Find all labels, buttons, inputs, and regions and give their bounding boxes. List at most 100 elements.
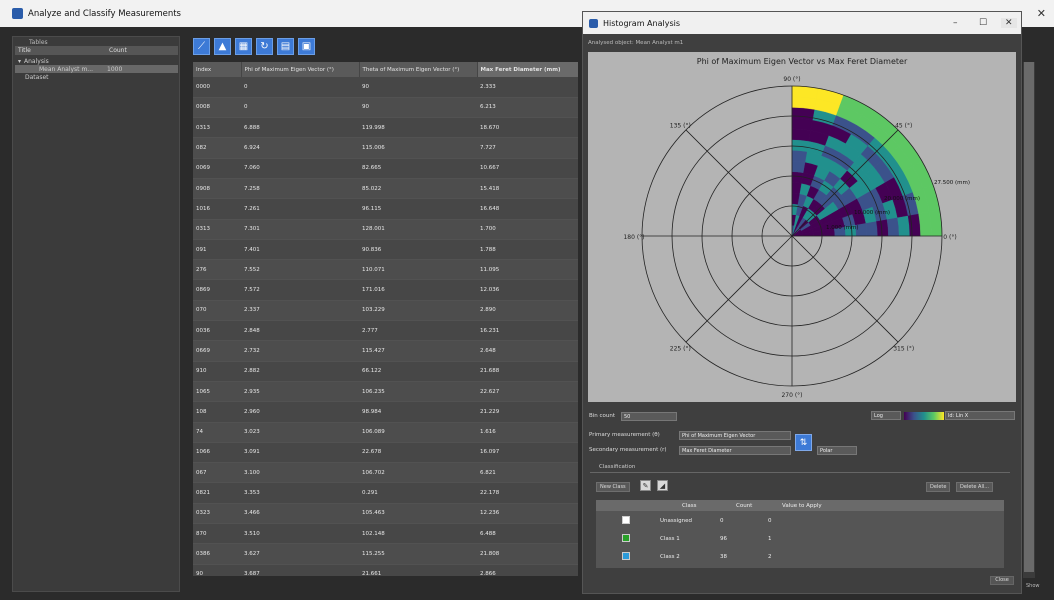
table-cell: 6.213 (477, 97, 578, 119)
table-row[interactable]: 091 7.401 90.836 1.788 (193, 239, 578, 261)
table-row[interactable]: 910 2.882 66.122 21.688 (193, 361, 578, 382)
table-cell: 90 (359, 77, 477, 98)
table-cell: 7.401 (241, 239, 359, 261)
table-row[interactable]: 1066 3.091 22.678 16.097 (193, 442, 578, 464)
delete-button[interactable]: Delete (926, 482, 951, 492)
table-row[interactable]: 0313 7.301 128.001 1.700 (193, 219, 578, 240)
primary-measurement-label: Primary measurement (θ) (589, 432, 660, 438)
scrollbar-thumb[interactable] (1024, 62, 1034, 572)
table-cell: 0313 (193, 117, 241, 139)
bin-count-input[interactable]: 50 (621, 412, 677, 421)
table-cell: 10.667 (477, 158, 578, 179)
tables-header: Title Count (15, 46, 178, 55)
grid-spoke (685, 129, 793, 237)
table-cell: 18.670 (477, 117, 578, 139)
table-row[interactable]: 276 7.552 110.071 11.095 (193, 259, 578, 281)
table-row[interactable]: 1016 7.261 96.115 16.648 (193, 198, 578, 220)
class-column-header: Class (682, 503, 697, 509)
table-cell: 96.115 (359, 198, 477, 220)
grid-spoke (791, 235, 899, 343)
table-row[interactable]: 0821 3.353 0.291 22.178 (193, 482, 578, 504)
close-button[interactable]: Close (990, 576, 1014, 585)
table-cell: 3.466 (241, 503, 359, 525)
tree-item-label: Analysis (24, 57, 49, 65)
maximize-icon[interactable]: ☐ (979, 18, 987, 28)
new-class-button[interactable]: New Class (596, 482, 630, 492)
table-cell: 15.418 (477, 178, 578, 200)
scale-select[interactable]: Log (871, 411, 901, 420)
column-header[interactable]: Theta of Maximum Eigen Vector (°) (359, 62, 478, 77)
colormap-select[interactable]: ld: Lin X (945, 411, 1015, 420)
table-row[interactable]: 870 3.510 102.148 6.488 (193, 523, 578, 545)
column-header[interactable]: Max Feret Diameter (mm) (477, 62, 578, 77)
secondary-measurement-select[interactable]: Max Feret Diameter (679, 446, 791, 455)
table-row[interactable]: 070 2.337 103.229 2.890 (193, 300, 578, 322)
primary-measurement-select[interactable]: Phi of Maximum Eigen Vector (679, 431, 791, 440)
heat-cell (791, 150, 808, 163)
table-row[interactable]: 0036 2.848 2.777 16.231 (193, 320, 578, 342)
table-cell: 6.488 (477, 523, 578, 545)
table-cell: 66.122 (359, 361, 477, 382)
table-row[interactable]: 1065 2.935 106.235 22.627 (193, 381, 578, 403)
expand-icon[interactable]: ▾ (18, 58, 21, 65)
class-color-swatch[interactable] (622, 534, 630, 542)
table-row[interactable]: 90 3.687 21.661 2.866 (193, 564, 578, 576)
heat-cell (907, 213, 921, 237)
table-cell: 1.700 (477, 219, 578, 240)
tables-panel: Tables Title Count ▾ Analysis Mean Analy… (12, 36, 180, 592)
display-mode-select[interactable]: Polar (817, 446, 857, 455)
title-column-header[interactable]: Title (15, 47, 105, 54)
table-cell: 90 (359, 97, 477, 119)
pencil-icon[interactable]: ✎ (640, 480, 651, 491)
table-row[interactable]: 0869 7.572 171.016 12.036 (193, 279, 578, 301)
columns-icon[interactable]: ▦ (235, 38, 252, 55)
count-column-header[interactable]: Count (105, 47, 127, 54)
class-color-swatch[interactable] (622, 552, 630, 560)
delete-all-button[interactable]: Delete All... (956, 482, 993, 492)
swap-axes-button[interactable]: ⇅ (795, 434, 812, 451)
class-value[interactable]: 2 (768, 554, 772, 560)
chart-edit-icon[interactable]: ◢ (657, 480, 668, 491)
table-row[interactable]: 067 3.100 106.702 6.821 (193, 462, 578, 484)
close-icon[interactable]: ✕ (1037, 7, 1046, 20)
table-icon[interactable]: ▤ (277, 38, 294, 55)
export-icon[interactable]: ⟋ (193, 38, 210, 55)
polar-histogram-plot[interactable]: Phi of Maximum Eigen Vector vs Max Feret… (588, 52, 1016, 402)
column-header[interactable]: Phi of Maximum Eigen Vector (°) (241, 62, 360, 77)
table-row[interactable]: 0008 0 90 6.213 (193, 97, 578, 119)
minimize-icon[interactable]: – (953, 18, 958, 28)
heat-cell (876, 219, 889, 237)
histogram-window: Histogram Analysis – ☐ ✕ Analysed object… (582, 11, 1022, 594)
classification-table: Class Count Value to Apply Unassigned 0 … (596, 500, 1004, 568)
table-cell: 11.095 (477, 259, 578, 281)
table-row[interactable]: 0313 6.888 119.998 18.670 (193, 117, 578, 139)
class-value[interactable]: 0 (768, 518, 772, 524)
table-row[interactable]: 108 2.960 98.984 21.229 (193, 401, 578, 423)
chart-icon[interactable]: ▲ (214, 38, 231, 55)
table-row[interactable]: 0386 3.627 115.255 21.808 (193, 543, 578, 565)
table-row[interactable]: 0908 7.258 85.022 15.418 (193, 178, 578, 200)
table-row[interactable]: 0000 0 90 2.333 (193, 77, 578, 98)
table-cell: 21.229 (477, 401, 578, 423)
table-row[interactable]: 082 6.924 115.006 7.727 (193, 137, 578, 159)
class-color-swatch[interactable] (622, 516, 630, 524)
table-cell: 3.687 (241, 564, 359, 576)
column-header[interactable]: Index (193, 62, 242, 77)
tree-item-mean-analyst[interactable]: Mean Analyst m... 1000 (15, 65, 178, 73)
table-cell: 0000 (193, 77, 241, 98)
table-cell: 115.255 (359, 543, 477, 565)
document-icon[interactable]: ▣ (298, 38, 315, 55)
close-icon[interactable]: ✕ (1001, 18, 1017, 28)
tables-tree: ▾ Analysis Mean Analyst m... 1000 Datase… (15, 57, 178, 81)
table-row[interactable]: 74 3.023 106.089 1.616 (193, 422, 578, 443)
table-row[interactable]: 0323 3.466 105.463 12.236 (193, 503, 578, 525)
angle-label: 135 (°) (670, 122, 691, 129)
table-cell: 98.984 (359, 401, 477, 423)
table-row[interactable]: 0669 2.732 115.427 2.648 (193, 340, 578, 362)
class-value[interactable]: 1 (768, 536, 772, 542)
table-cell: 276 (193, 259, 241, 281)
table-row[interactable]: 0069 7.060 82.665 10.667 (193, 158, 578, 179)
tree-item-analysis[interactable]: ▾ Analysis (15, 57, 178, 65)
refresh-icon[interactable]: ↻ (256, 38, 273, 55)
tree-item-dataset[interactable]: Dataset (15, 73, 178, 81)
